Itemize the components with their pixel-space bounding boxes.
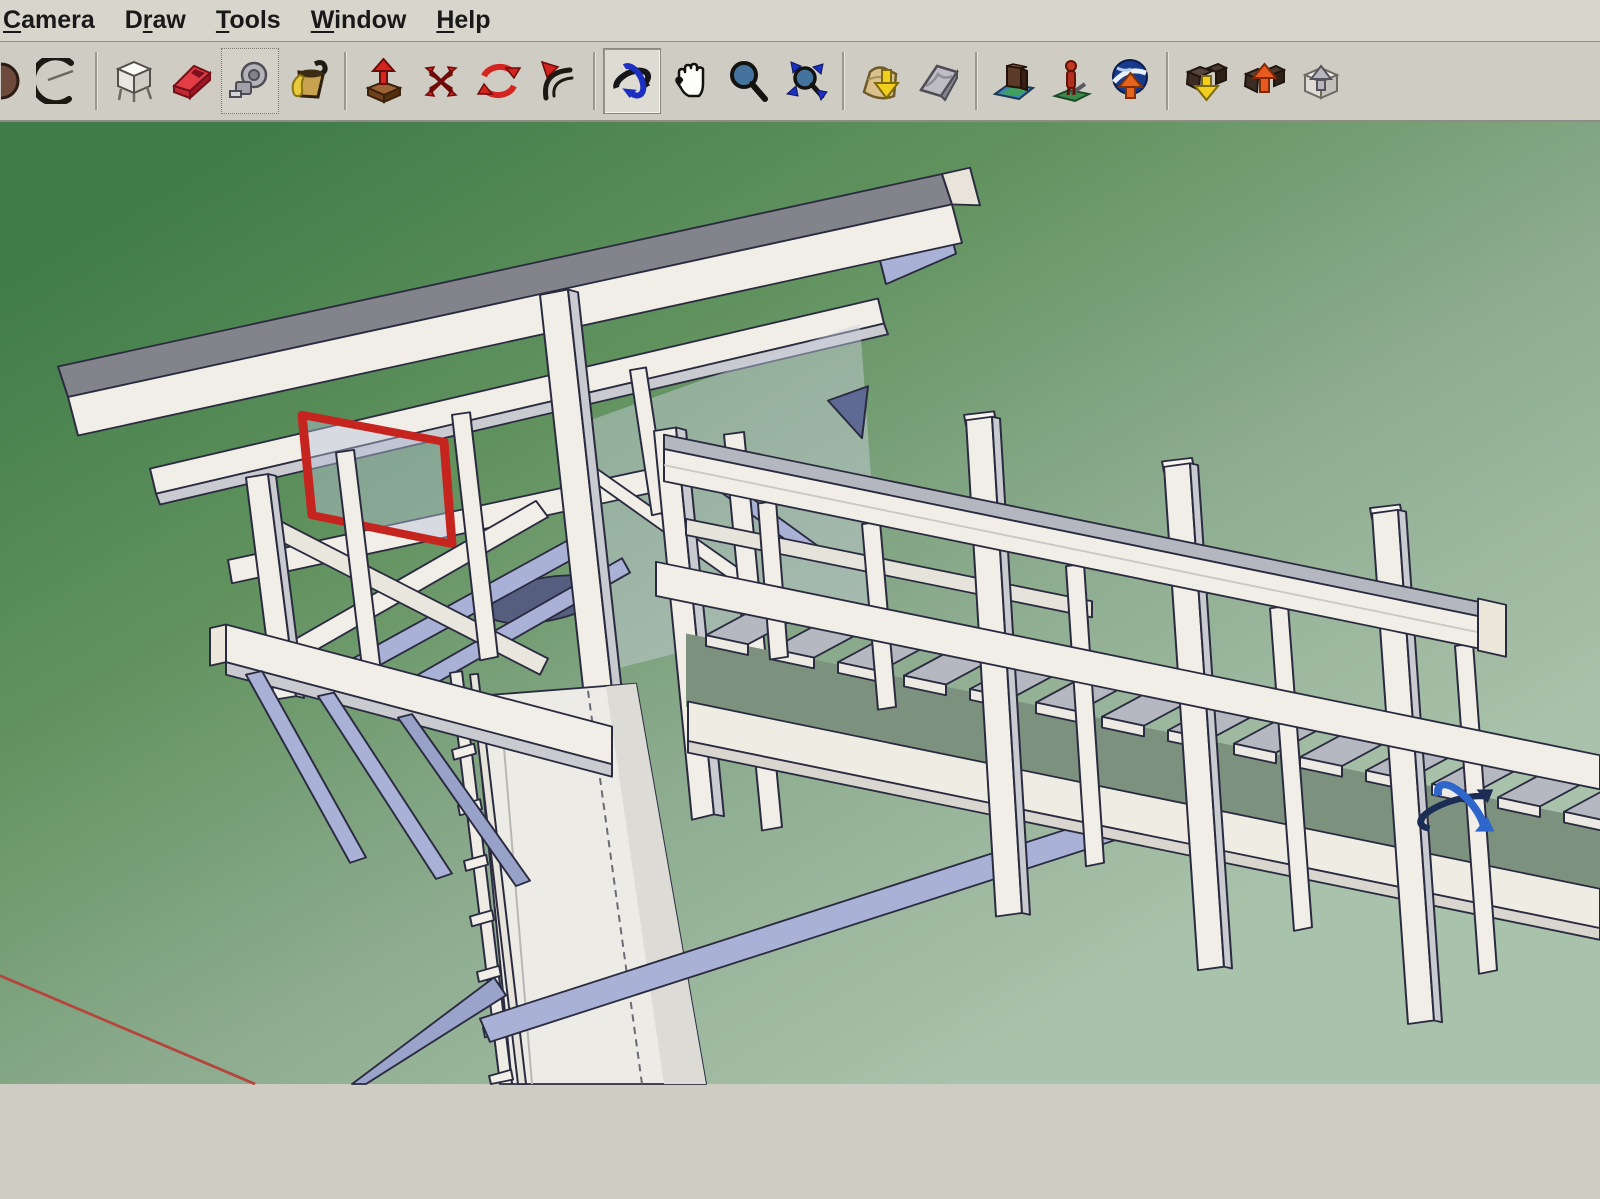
- orbit-button[interactable]: [603, 48, 661, 114]
- zoom-button[interactable]: [719, 48, 777, 114]
- toggle-terrain-icon: [916, 58, 962, 104]
- add-location-button[interactable]: [852, 48, 910, 114]
- photo-textures-button[interactable]: [985, 48, 1043, 114]
- arc-tool-button[interactable]: [30, 48, 88, 114]
- toolbar-separator: [95, 52, 98, 110]
- paint-bucket-tool-icon: [285, 58, 331, 104]
- zoom-tool-icon: [725, 58, 771, 104]
- share-model-icon: [1240, 58, 1286, 104]
- zoom-extents-icon: [783, 58, 829, 104]
- get-models-button[interactable]: [1176, 48, 1234, 114]
- orbit-tool-icon: [609, 58, 655, 104]
- offset-tool-icon: [534, 58, 580, 104]
- rotate-tool-icon: [476, 58, 522, 104]
- push-pull-tool-icon: [360, 58, 406, 104]
- move-tool-icon: [418, 58, 464, 104]
- toolbar-separator: [842, 52, 845, 110]
- circle-tool-button[interactable]: [0, 48, 30, 114]
- get-models-icon: [1182, 58, 1228, 104]
- eraser-tool-icon: [169, 58, 215, 104]
- tape-measure-tool-icon: [227, 58, 273, 104]
- menu-draw[interactable]: Draw: [110, 6, 201, 35]
- share-component-button[interactable]: [1292, 48, 1350, 114]
- eraser-button[interactable]: [163, 48, 221, 114]
- move-button[interactable]: [412, 48, 470, 114]
- preview-in-google-earth-button[interactable]: [1101, 48, 1159, 114]
- toolbar: [0, 42, 1600, 122]
- toolbar-separator: [975, 52, 978, 110]
- circle-tool-icon: [0, 58, 27, 104]
- menu-window[interactable]: Window: [296, 6, 422, 35]
- toolbar-separator: [344, 52, 347, 110]
- toolbar-separator: [593, 52, 596, 110]
- add-location-icon: [858, 58, 904, 104]
- pan-button[interactable]: [661, 48, 719, 114]
- tape-measure-button[interactable]: [221, 48, 279, 114]
- photo-textures-icon: [991, 58, 1037, 104]
- rotate-button[interactable]: [470, 48, 528, 114]
- 3d-viewport[interactable]: [0, 122, 1600, 1196]
- sketchup-window: Camera Draw Tools Window Help: [0, 0, 1600, 1199]
- menu-help[interactable]: Help: [421, 6, 505, 35]
- arc-tool-icon: [36, 58, 82, 104]
- toggle-terrain-button[interactable]: [910, 48, 968, 114]
- place-model-button[interactable]: [1043, 48, 1101, 114]
- make-component-icon: [111, 58, 157, 104]
- share-model-button[interactable]: [1234, 48, 1292, 114]
- paint-bucket-button[interactable]: [279, 48, 337, 114]
- share-component-icon: [1298, 58, 1344, 104]
- toolbar-separator: [1166, 52, 1169, 110]
- model-scene: [0, 122, 1600, 1196]
- push-pull-button[interactable]: [354, 48, 412, 114]
- make-component-button[interactable]: [105, 48, 163, 114]
- offset-button[interactable]: [528, 48, 586, 114]
- pan-tool-icon: [667, 58, 713, 104]
- zoom-extents-button[interactable]: [777, 48, 835, 114]
- menu-tools[interactable]: Tools: [201, 6, 296, 35]
- place-model-icon: [1049, 58, 1095, 104]
- menu-camera[interactable]: Camera: [0, 6, 110, 35]
- menu-bar: Camera Draw Tools Window Help: [0, 0, 1600, 42]
- preview-in-google-earth-icon: [1107, 58, 1153, 104]
